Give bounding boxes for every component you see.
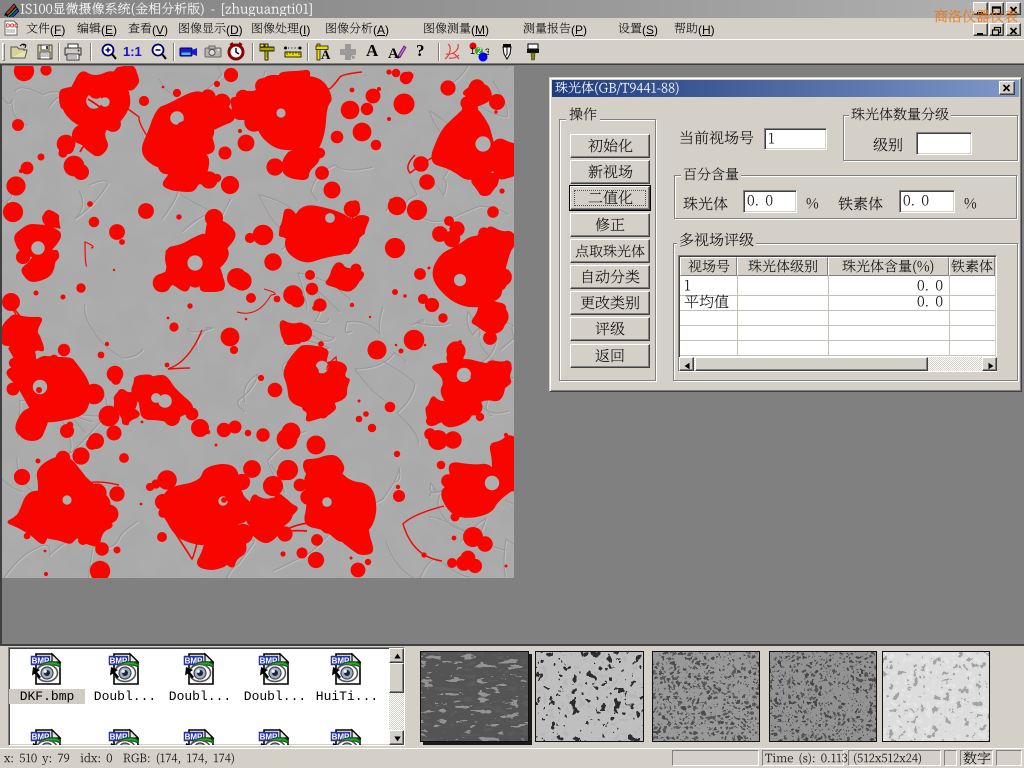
svg-text:DOC: DOC	[6, 24, 18, 30]
svg-text:1: 1	[470, 46, 475, 56]
svg-text:A: A	[388, 46, 399, 62]
svg-text:3: 3	[485, 47, 489, 57]
svg-text:A: A	[321, 47, 331, 62]
